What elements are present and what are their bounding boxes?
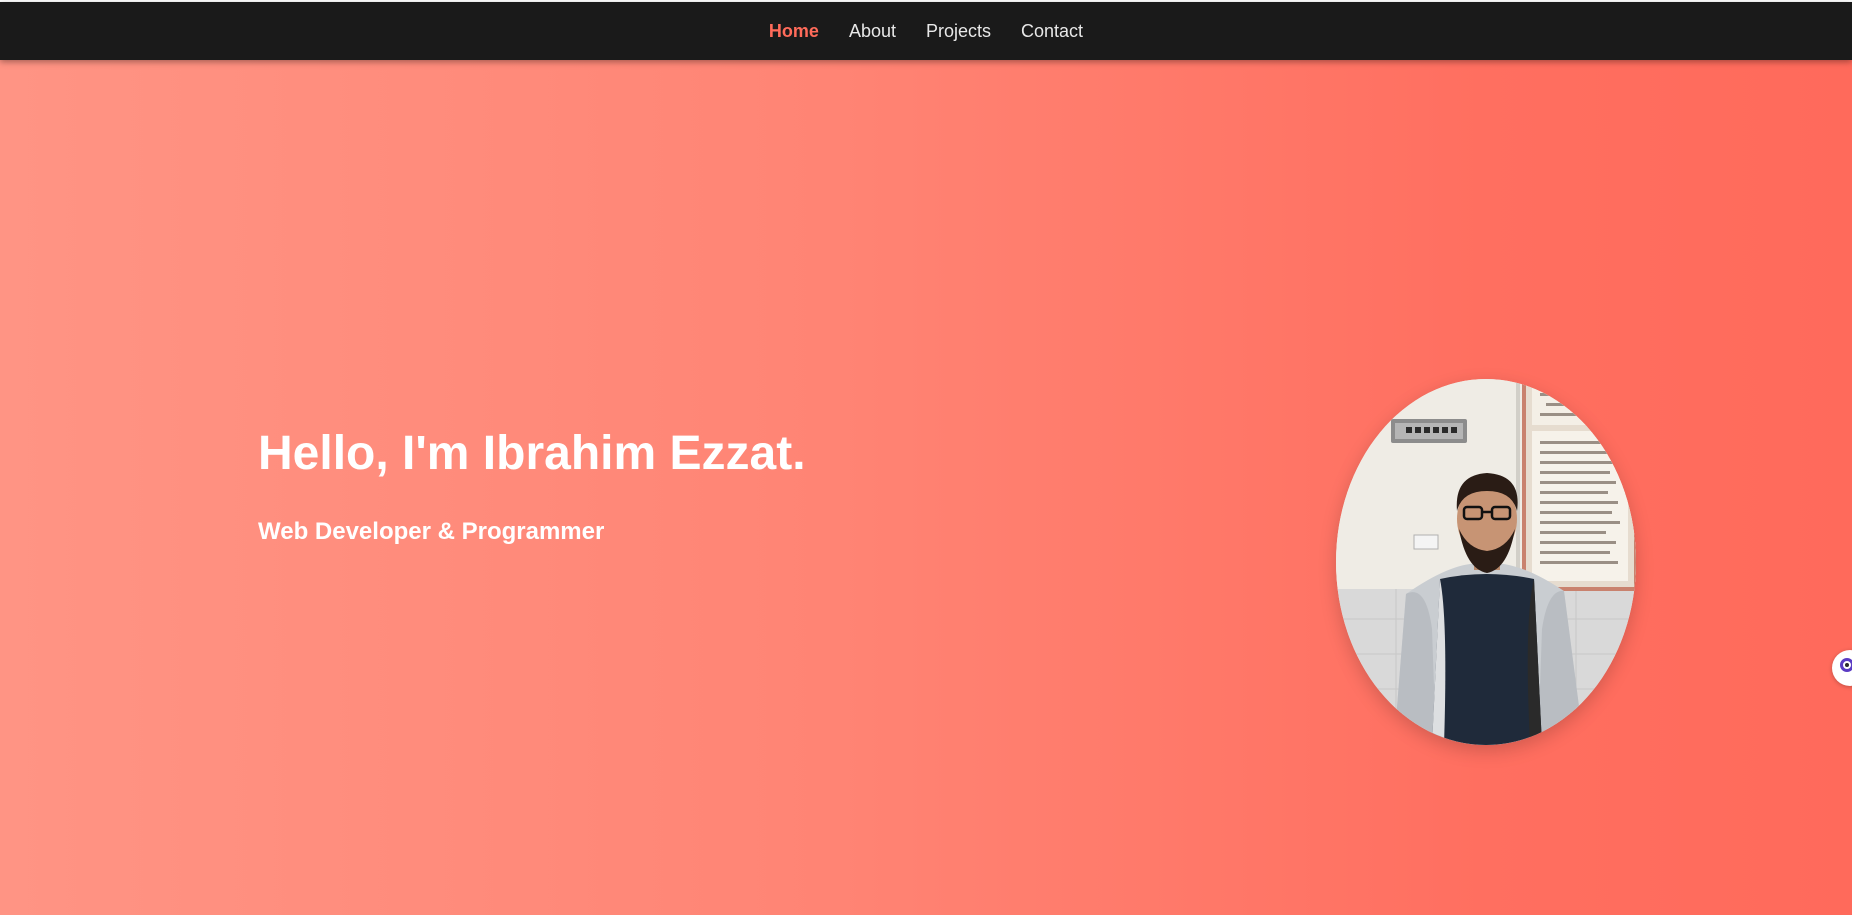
nav-link-about[interactable]: About xyxy=(849,21,896,41)
nav-item-projects: Projects xyxy=(911,21,1006,42)
nav-item-contact: Contact xyxy=(1006,21,1098,42)
nav-item-about: About xyxy=(834,21,911,42)
accessibility-widget-dot xyxy=(1845,663,1849,667)
hero-text-block: Hello, I'm Ibrahim Ezzat. Web Developer … xyxy=(258,430,806,544)
profile-photo xyxy=(1336,379,1636,745)
nav-link-contact[interactable]: Contact xyxy=(1021,21,1083,41)
nav-menu: Home About Projects Contact xyxy=(0,2,1852,60)
nav-link-home[interactable]: Home xyxy=(769,21,819,41)
top-navbar: Home About Projects Contact xyxy=(0,2,1852,60)
hero-title: Hello, I'm Ibrahim Ezzat. xyxy=(258,427,806,480)
hero-subtitle: Web Developer & Programmer xyxy=(258,518,605,545)
nav-link-projects[interactable]: Projects xyxy=(926,21,991,41)
nav-item-home: Home xyxy=(754,21,834,42)
